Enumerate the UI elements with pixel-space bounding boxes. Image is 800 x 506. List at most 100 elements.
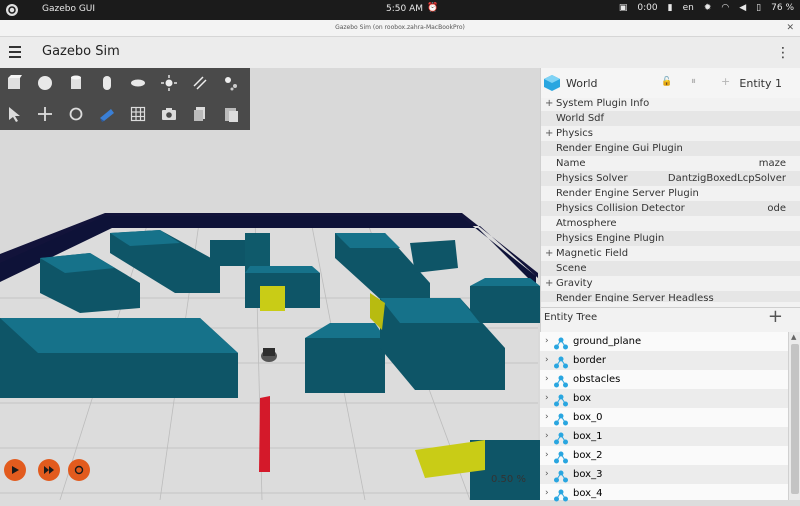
component-row[interactable]: Render Engine Gui Plugin [541, 141, 800, 156]
active-app-name[interactable]: Gazebo GUI [42, 4, 95, 14]
ubuntu-logo-icon[interactable] [6, 4, 18, 16]
entity-tree-item[interactable]: › obstacles [540, 370, 788, 389]
entity-name: box_1 [573, 431, 603, 442]
chevron-right-icon[interactable]: › [545, 332, 549, 351]
screenshot-icon[interactable] [159, 104, 179, 124]
component-row[interactable]: + Magnetic Field [541, 246, 800, 261]
component-row[interactable]: Physics Solver DantzigBoxedLcpSolver [541, 171, 800, 186]
entity-tree-scrollbar[interactable]: ▲ [788, 332, 800, 500]
entity-tree-item[interactable]: › box_2 [540, 446, 788, 465]
inspector-title: World [566, 77, 598, 90]
expand-icon[interactable]: + [545, 276, 553, 291]
sphere-shape-icon[interactable] [35, 73, 55, 93]
chevron-right-icon[interactable]: › [545, 389, 549, 408]
component-label: Scene [556, 263, 587, 274]
component-label: Magnetic Field [556, 248, 629, 259]
window-title-bar: Gazebo Sim (on roobox.zahra-MacBookPro) … [0, 20, 800, 37]
view-angle-icon[interactable] [97, 104, 117, 124]
hamburger-menu-icon[interactable] [9, 46, 21, 58]
expand-icon[interactable]: + [545, 246, 553, 261]
chevron-right-icon[interactable]: › [545, 427, 549, 446]
copy-icon[interactable] [190, 104, 210, 124]
more-options-icon[interactable]: ⋮ [776, 45, 790, 61]
entity-tree-item[interactable]: › box_3 [540, 465, 788, 484]
entity-tree-item[interactable]: › box_4 [540, 484, 788, 503]
component-row[interactable]: Scene [541, 261, 800, 276]
component-value[interactable]: maze [759, 156, 786, 171]
window-close-icon[interactable]: ✕ [786, 20, 794, 36]
chevron-right-icon[interactable]: › [545, 446, 549, 465]
component-label: Name [556, 158, 586, 169]
add-component-icon[interactable]: + [721, 75, 730, 88]
model-icon [554, 487, 568, 506]
scrollbar-thumb[interactable] [791, 344, 799, 494]
scroll-up-icon[interactable]: ▲ [791, 333, 796, 341]
component-row[interactable]: Render Engine Server Plugin [541, 186, 800, 201]
system-clock[interactable]: 5:50 AM [386, 4, 423, 14]
component-row[interactable]: + Gravity [541, 276, 800, 291]
entity-tree-item[interactable]: › box [540, 389, 788, 408]
entity-tree-item[interactable]: › box_1 [540, 427, 788, 446]
component-row[interactable]: Render Engine Server Headless [541, 291, 800, 302]
entity-tree-title: Entity Tree [544, 312, 598, 323]
expand-icon[interactable]: + [545, 96, 553, 111]
component-label: Atmosphere [556, 218, 617, 229]
chevron-right-icon[interactable]: › [545, 465, 549, 484]
component-label: Physics Solver [556, 173, 628, 184]
component-row[interactable]: Physics Engine Plugin [541, 231, 800, 246]
chevron-right-icon[interactable]: › [545, 408, 549, 427]
component-label: Physics Collision Detector [556, 203, 685, 214]
entity-name: obstacles [573, 374, 621, 385]
spot-light-icon[interactable] [221, 73, 241, 93]
app-title: Gazebo Sim [42, 44, 120, 59]
point-light-icon[interactable] [159, 73, 179, 93]
component-label: Physics [556, 128, 593, 139]
brightness-icon: ✹ [703, 3, 712, 13]
component-value[interactable]: ode [767, 201, 786, 216]
entity-tree-header: Entity Tree + [541, 306, 800, 330]
paste-icon[interactable] [221, 104, 241, 124]
chevron-right-icon[interactable]: › [545, 351, 549, 370]
component-row[interactable]: + System Plugin Info [541, 96, 800, 111]
lock-icon[interactable]: 🔓 [661, 77, 672, 87]
component-row[interactable]: Name maze [541, 156, 800, 171]
grid-config-icon[interactable] [128, 104, 148, 124]
component-row[interactable]: Atmosphere [541, 216, 800, 231]
robot-body[interactable] [263, 348, 275, 356]
component-row[interactable]: + Physics [541, 126, 800, 141]
box-shape-icon[interactable] [4, 73, 24, 93]
cylinder-shape-icon[interactable] [66, 73, 86, 93]
component-label: Physics Engine Plugin [556, 233, 665, 244]
system-tray[interactable]: ▣ 0:00 ▮ en ✹ ◠ ◀ ▯ 76 % [619, 3, 794, 13]
expand-icon[interactable]: + [545, 126, 553, 141]
step-button[interactable] [38, 459, 60, 481]
play-button[interactable] [4, 459, 26, 481]
pause-updates-icon[interactable]: ⏸ [691, 76, 696, 87]
system-top-bar: Gazebo GUI 5:50 AM ⏰ ▣ 0:00 ▮ en ✹ ◠ ◀ ▯… [0, 0, 800, 20]
real-time-factor: 0.50 % [491, 474, 526, 485]
select-mode-icon[interactable] [4, 104, 24, 124]
directional-light-icon[interactable] [190, 73, 210, 93]
entity-name: box [573, 393, 592, 404]
language-indicator[interactable]: en [683, 3, 694, 13]
chevron-right-icon[interactable]: › [545, 484, 549, 503]
entity-tree-item[interactable]: › ground_plane [540, 332, 788, 351]
chevron-right-icon[interactable]: › [545, 370, 549, 389]
red-box[interactable] [259, 396, 270, 472]
entity-tree-item[interactable]: › box_0 [540, 408, 788, 427]
scene-toolbar [0, 68, 250, 130]
window-title: Gazebo Sim (on roobox.zahra-MacBookPro) [335, 24, 465, 31]
entity-tree-item[interactable]: › border [540, 351, 788, 370]
ellipsoid-shape-icon[interactable] [128, 73, 148, 93]
reset-button[interactable] [68, 459, 90, 481]
scene-3d-viewport[interactable] [0, 68, 540, 500]
capsule-shape-icon[interactable] [97, 73, 117, 93]
rotate-mode-icon[interactable] [66, 104, 86, 124]
component-row[interactable]: Physics Collision Detector ode [541, 201, 800, 216]
yellow-box[interactable] [260, 286, 285, 311]
component-row[interactable]: World Sdf [541, 111, 800, 126]
component-value[interactable]: DantzigBoxedLcpSolver [668, 171, 786, 186]
component-list: + System Plugin Info World Sdf + Physics Rend… [541, 96, 800, 302]
add-entity-icon[interactable]: + [768, 306, 783, 327]
translate-mode-icon[interactable] [35, 104, 55, 124]
